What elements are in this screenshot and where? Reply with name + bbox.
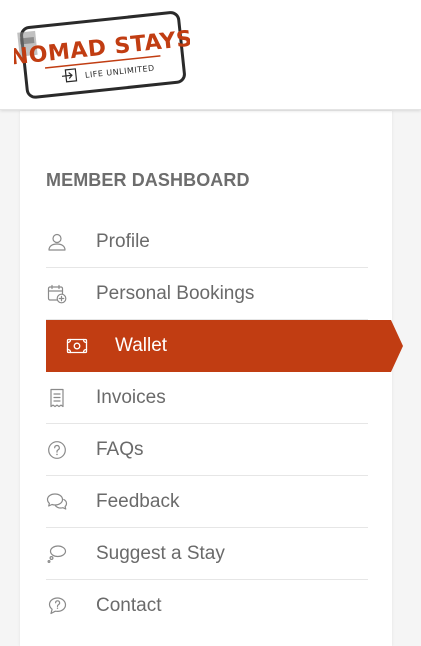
menu-item-label: Contact	[96, 595, 162, 616]
menu-item-feedback[interactable]: Feedback	[46, 476, 368, 528]
menu-item-label: Feedback	[96, 490, 180, 512]
calendar-add-icon	[46, 283, 68, 305]
receipt-icon	[46, 387, 68, 409]
menu-item-label: Personal Bookings	[96, 282, 255, 304]
menu-item-label: Wallet	[115, 334, 168, 356]
menu-item-label: FAQs	[96, 438, 144, 460]
dashboard-title: MEMBER DASHBOARD	[46, 170, 250, 190]
nomad-stays-logo[interactable]: NOMAD STAYS LIFE UNLIMITED	[14, 10, 190, 100]
menu-item-label: Invoices	[96, 386, 166, 408]
wallet-icon	[66, 335, 88, 357]
menu-item-suggest-a-stay[interactable]: Suggest a Stay	[46, 528, 368, 580]
menu-item-label: Profile	[96, 230, 150, 252]
logo-stamp-icon: NOMAD STAYS LIFE UNLIMITED	[14, 11, 190, 99]
menu-item-wallet[interactable]: Wallet	[46, 320, 403, 372]
chat-bubbles-icon	[46, 491, 68, 513]
thought-bubble-icon	[46, 543, 68, 565]
menu-item-personal-bookings[interactable]: Personal Bookings	[46, 268, 368, 320]
menu-item-invoices[interactable]: Invoices	[46, 372, 368, 424]
dashboard-menu: Profile Personal Bookings Wallet Invoice…	[46, 216, 403, 632]
question-chat-icon	[46, 595, 68, 617]
user-icon	[46, 231, 68, 253]
menu-item-label: Suggest a Stay	[96, 542, 225, 564]
menu-item-profile[interactable]: Profile	[46, 216, 368, 268]
site-header: NOMAD STAYS LIFE UNLIMITED	[0, 0, 421, 110]
menu-item-contact[interactable]: Contact	[46, 580, 368, 632]
menu-item-faqs[interactable]: FAQs	[46, 424, 368, 476]
question-icon	[46, 439, 68, 461]
